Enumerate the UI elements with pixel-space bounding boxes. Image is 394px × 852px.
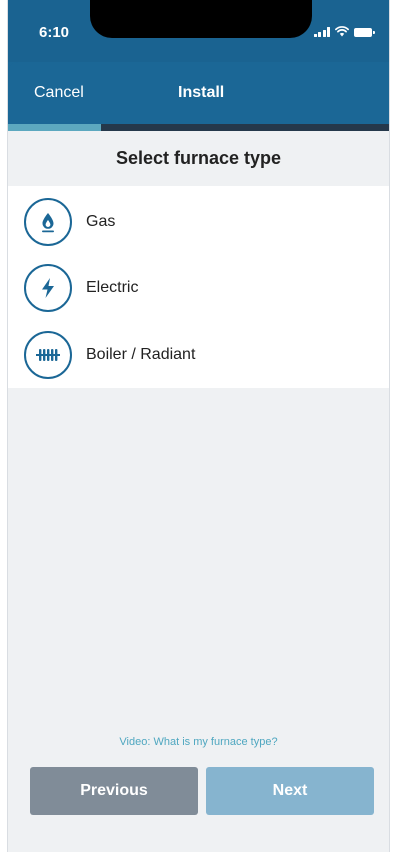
section-title: Select furnace type xyxy=(115,148,282,168)
flame-drop-icon xyxy=(24,198,72,246)
section-header: Select furnace type xyxy=(8,131,389,186)
option-label: Boiler / Radiant xyxy=(86,346,196,363)
furnace-type-list: Gas Electric Boiler / Radiant xyxy=(8,186,389,388)
phone-screen: 6:10 Cancel Install Select furnace type … xyxy=(0,0,394,852)
status-time: 6:10 xyxy=(39,24,70,41)
frame-edge-left xyxy=(0,0,8,852)
lightning-bolt-icon xyxy=(24,264,72,312)
option-gas[interactable]: Gas xyxy=(8,186,389,252)
status-bar: 6:10 xyxy=(0,0,394,62)
nav-title: Install xyxy=(178,84,225,101)
app-header: 6:10 Cancel Install xyxy=(0,0,394,131)
nav-bar: Cancel Install xyxy=(8,62,394,124)
option-label: Gas xyxy=(86,213,116,230)
previous-button[interactable]: Previous xyxy=(30,767,198,815)
option-label: Electric xyxy=(86,279,139,296)
content-background: Video: What is my furnace type? Previous… xyxy=(8,388,389,852)
cellular-signal-icon xyxy=(313,27,330,37)
video-help-link[interactable]: Video: What is my furnace type? xyxy=(8,736,389,748)
battery-icon xyxy=(354,28,375,37)
cancel-button[interactable]: Cancel xyxy=(34,84,84,102)
device-notch xyxy=(90,0,312,38)
progress-bar xyxy=(8,124,394,131)
status-icons xyxy=(313,26,375,37)
frame-edge-right xyxy=(389,0,394,852)
option-boiler-radiant[interactable]: Boiler / Radiant xyxy=(8,319,389,385)
option-electric[interactable]: Electric xyxy=(8,252,389,318)
radiator-icon xyxy=(24,331,72,379)
next-button[interactable]: Next xyxy=(206,767,374,815)
progress-fill xyxy=(8,124,101,131)
wifi-icon xyxy=(335,26,349,37)
